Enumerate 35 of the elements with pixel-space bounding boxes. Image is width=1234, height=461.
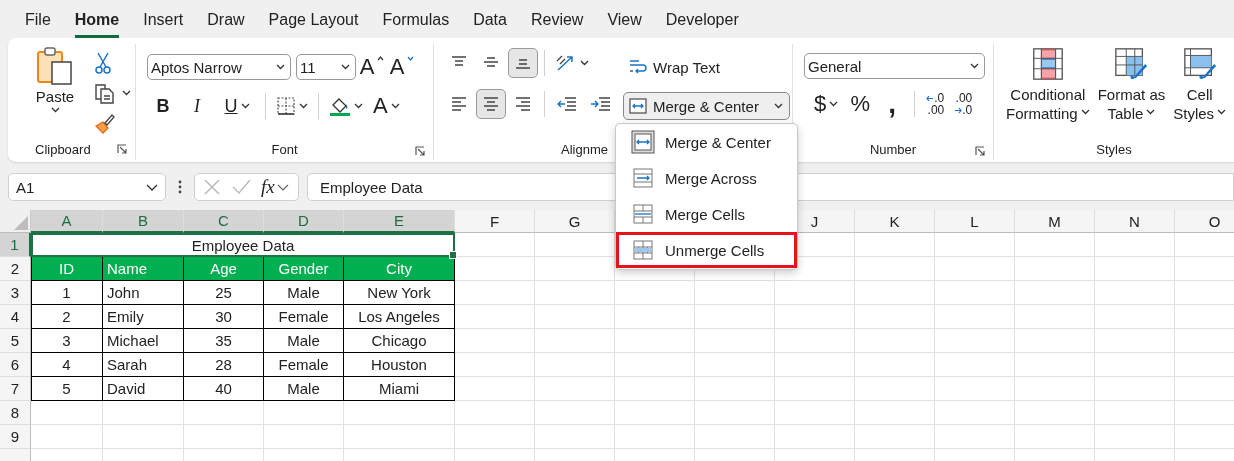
table-cell: New York <box>344 281 455 305</box>
table-cell: Houston <box>344 353 455 377</box>
table-cell: Male <box>264 281 344 305</box>
table-cell: Male <box>264 377 344 401</box>
group-label: Font <box>271 142 298 158</box>
table-cell: 35 <box>184 329 264 353</box>
header-cell: Age <box>184 257 264 281</box>
table-cell: Michael <box>103 329 184 353</box>
group-label: Number <box>869 142 917 158</box>
table-cell: Male <box>264 329 344 353</box>
table-cell: 25 <box>184 281 264 305</box>
header-cell: Name <box>103 257 184 281</box>
table-cell: Female <box>264 305 344 329</box>
table-cell: Female <box>264 353 344 377</box>
group-label: Clipboard <box>35 141 91 157</box>
table-cell: Miami <box>344 377 455 401</box>
table-cell: Chicago <box>344 329 455 353</box>
table-cell: Sarah <box>103 353 184 377</box>
table-cell: Los Angeles <box>344 305 455 329</box>
table-cell: 3 <box>31 329 103 353</box>
group-label: Styles <box>1096 141 1132 157</box>
table-cell: 40 <box>184 377 264 401</box>
table-cell: Emily <box>103 305 184 329</box>
table-cell: 30 <box>184 305 264 329</box>
table-cell: 28 <box>184 353 264 377</box>
header-cell: Gender <box>264 257 344 281</box>
table-cell: 5 <box>31 377 103 401</box>
table-cell: 4 <box>31 353 103 377</box>
header-cell: City <box>344 257 455 281</box>
table-cell: John <box>103 281 184 305</box>
table-cell: 1 <box>31 281 103 305</box>
header-cell: ID <box>31 257 103 281</box>
table-cell: David <box>103 377 184 401</box>
group-label: Alignme <box>561 141 608 157</box>
table-cell: 2 <box>31 305 103 329</box>
